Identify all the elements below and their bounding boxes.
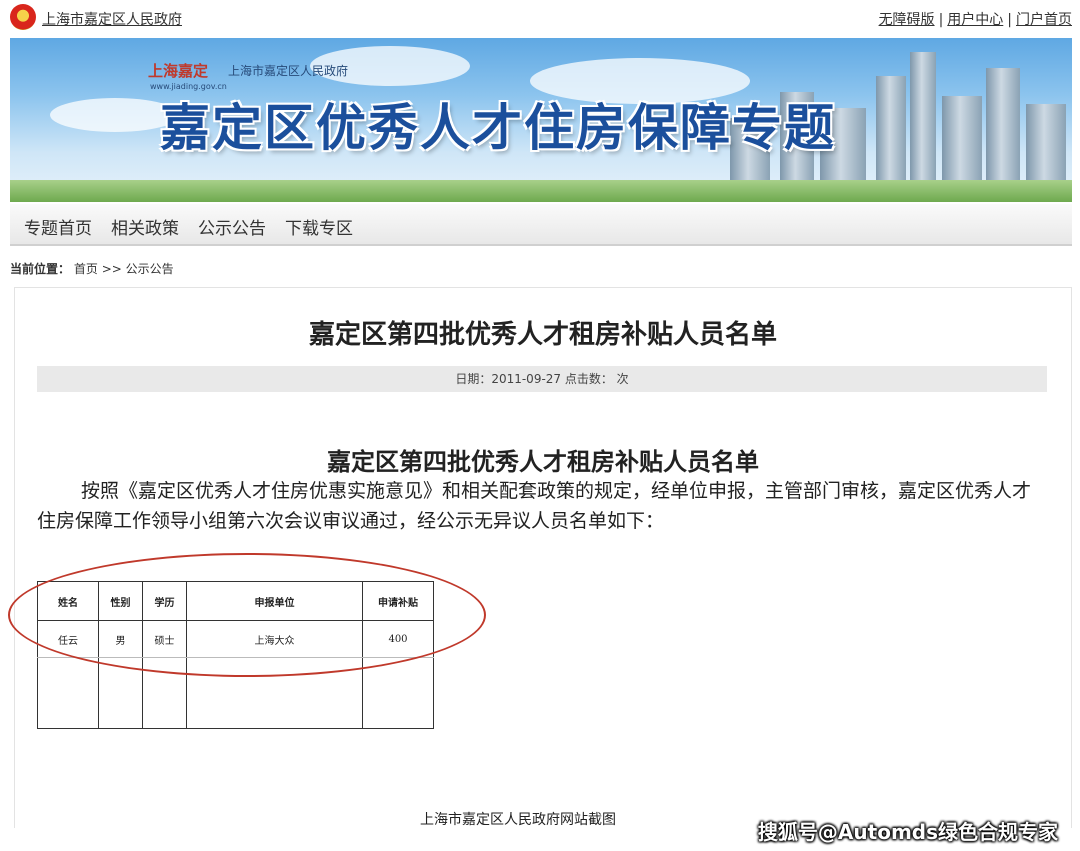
top-links: 无障碍版 | 用户中心 | 门户首页	[878, 12, 1072, 28]
national-emblem-icon	[10, 4, 36, 30]
building-decoration	[910, 52, 936, 188]
breadcrumb-arrow: >>	[101, 262, 122, 276]
building-decoration	[986, 68, 1020, 188]
top-bar: 上海市嘉定区人民政府 无障碍版 | 用户中心 | 门户首页	[0, 0, 1080, 36]
article-info-bar: 日期：2011-09-27 点击数： 次	[37, 366, 1047, 392]
article-paragraph: 按照《嘉定区优秀人才住房优惠实施意见》和相关配套政策的规定，经单位申报，主管部门…	[37, 480, 1032, 532]
watermark: 搜狐号@Automds绿色合规专家	[757, 820, 1058, 844]
user-center-link[interactable]: 用户中心	[947, 12, 1003, 28]
site-home-link[interactable]: 上海市嘉定区人民政府	[42, 9, 182, 29]
nav-related-policies[interactable]: 相关政策	[111, 214, 179, 239]
accessible-version-link[interactable]: 无障碍版	[879, 12, 935, 28]
nav-topic-home[interactable]: 专题首页	[24, 214, 92, 239]
breadcrumb-home[interactable]: 首页	[74, 262, 98, 276]
article-body-title: 嘉定区第四批优秀人才租房补贴人员名单	[327, 448, 759, 476]
grass-decoration	[10, 180, 1072, 202]
banner-gov-name: 上海市嘉定区人民政府	[228, 64, 349, 78]
breadcrumb: 当前位置： 首页 >> 公示公告	[10, 260, 174, 277]
jiading-logo: 上海嘉定	[148, 62, 209, 80]
article-title: 嘉定区第四批优秀人才租房补贴人员名单	[308, 320, 777, 350]
nav-downloads[interactable]: 下载专区	[285, 214, 353, 239]
nav-public-notices[interactable]: 公示公告	[198, 214, 266, 239]
main-nav: 专题首页 相关政策 公示公告 下载专区	[10, 204, 1072, 246]
building-decoration	[876, 76, 906, 188]
portal-home-link[interactable]: 门户首页	[1016, 12, 1072, 28]
banner-title: 嘉定区优秀人才住房保障专题	[160, 99, 836, 157]
header-banner: 上海嘉定 上海市嘉定区人民政府 www.jiading.gov.cn 嘉定区优秀…	[10, 38, 1072, 202]
breadcrumb-current[interactable]: 公示公告	[126, 262, 174, 276]
building-decoration	[1026, 104, 1066, 188]
building-decoration	[942, 96, 982, 188]
breadcrumb-label: 当前位置：	[10, 262, 71, 276]
highlight-oval-annotation	[8, 553, 486, 677]
